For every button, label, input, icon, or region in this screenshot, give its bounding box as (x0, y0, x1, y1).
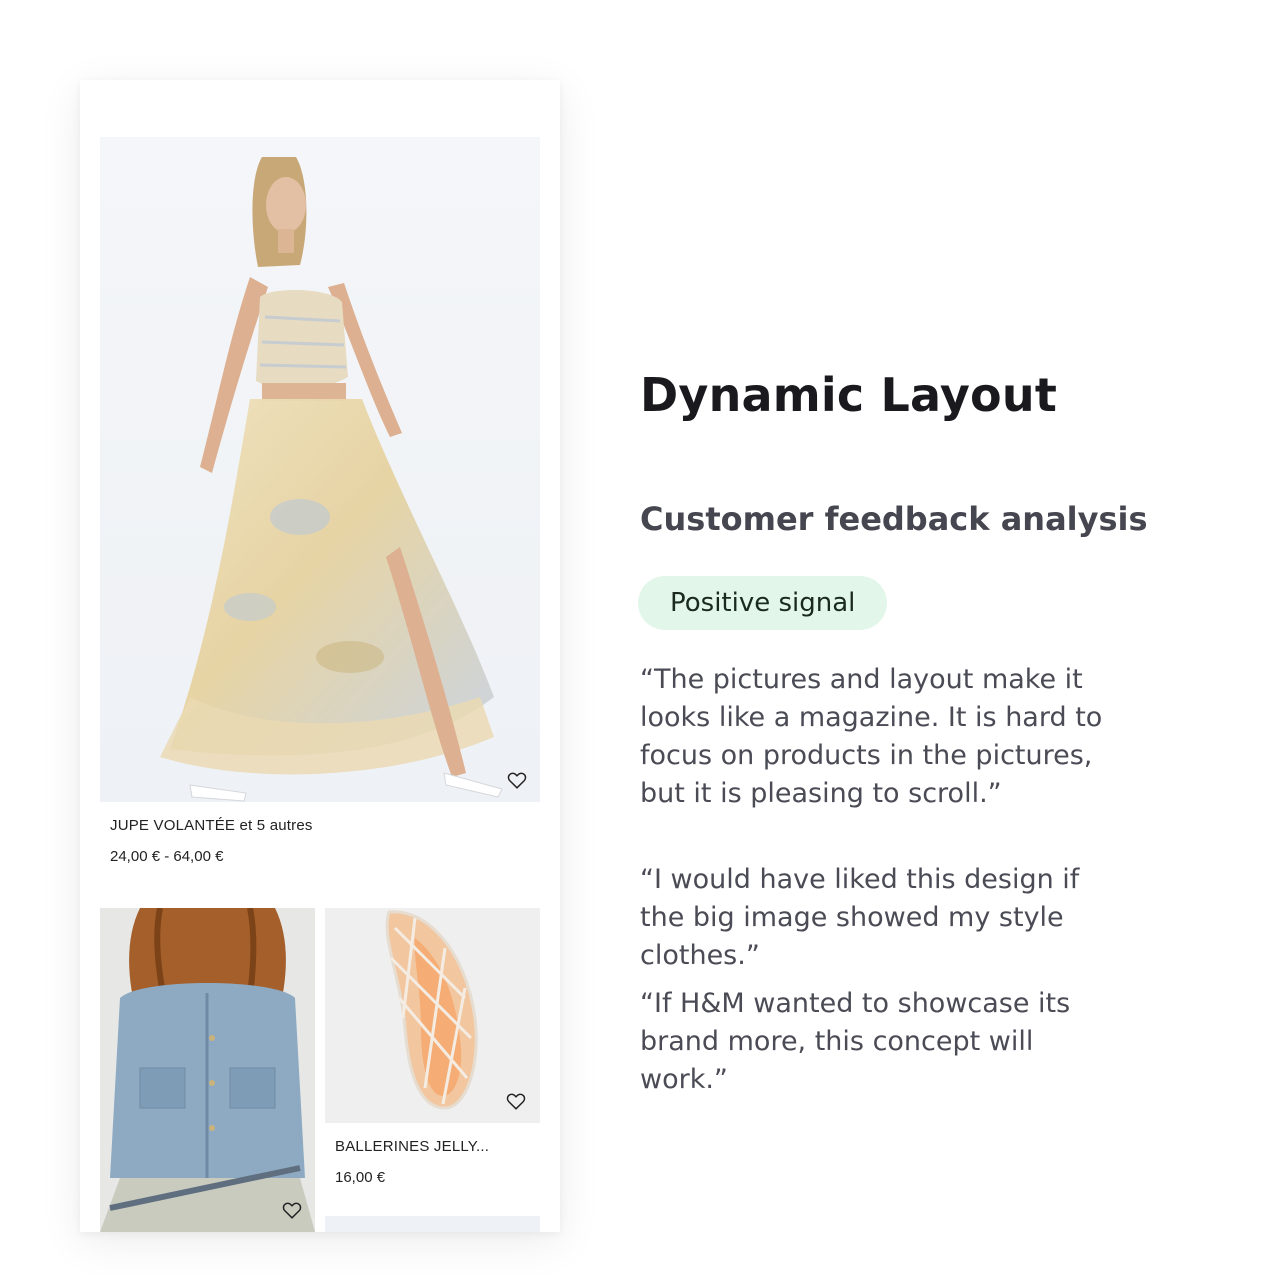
hero-product-price: 24,00 € - 64,00 € (110, 848, 224, 865)
favorite-heart-icon[interactable] (280, 1198, 304, 1222)
product-feed-phone: JUPE VOLANTÉE et 5 autres 24,00 € - 64,0… (80, 80, 560, 1232)
feedback-quote: “I would have liked this design if the b… (640, 864, 1080, 971)
feedback-quote: “If H&M wanted to showcase its brand mor… (640, 988, 1071, 1095)
denim-jacket-product-image[interactable] (100, 908, 315, 1232)
favorite-heart-icon[interactable] (505, 768, 529, 792)
next-product-image[interactable] (325, 1216, 540, 1232)
tile-product-name[interactable]: BALLERINES JELLY... (335, 1138, 489, 1155)
signal-badge: Positive signal (638, 576, 888, 630)
hero-product-image[interactable] (100, 137, 540, 802)
feedback-quote: “The pictures and layout make it looks l… (640, 664, 1103, 809)
tile-product-price: 16,00 € (335, 1169, 386, 1186)
page-title: Dynamic Layout (640, 368, 1058, 422)
hero-product-name[interactable]: JUPE VOLANTÉE et 5 autres (110, 817, 313, 834)
section-subtitle: Customer feedback analysis (640, 500, 1148, 538)
favorite-heart-icon[interactable] (504, 1089, 528, 1113)
